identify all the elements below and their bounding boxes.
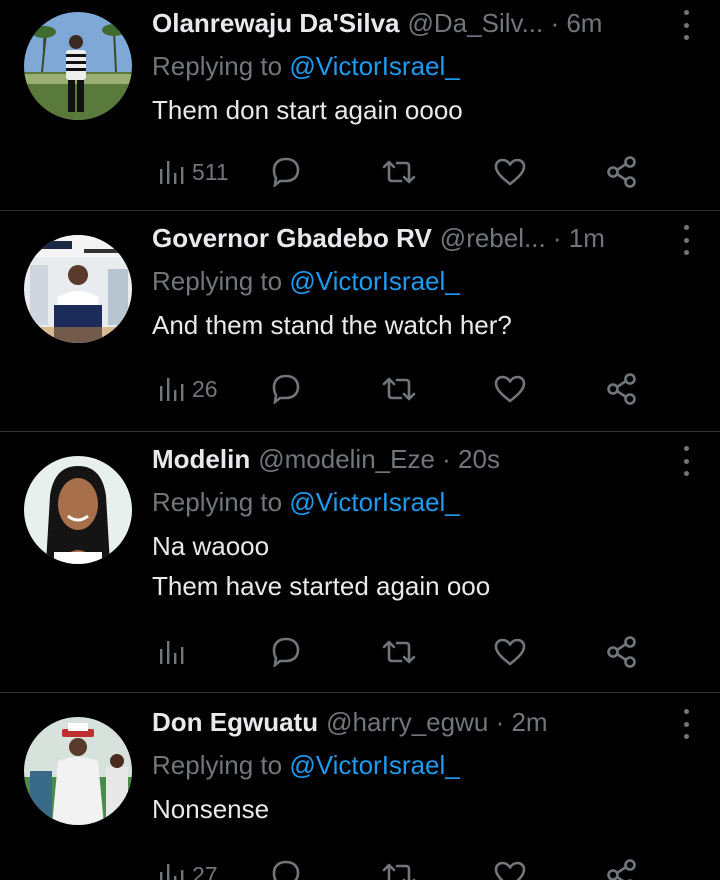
speech-bubble-icon xyxy=(272,637,300,667)
more-vertical-icon[interactable] xyxy=(676,446,696,476)
replying-to: Replying to @VictorIsrael_ xyxy=(152,745,696,785)
author-handle[interactable]: @Da_Silv... · 6m xyxy=(408,0,603,46)
views-count: 27 xyxy=(192,861,218,880)
reply-to-link[interactable]: @VictorIsrael_ xyxy=(289,266,459,296)
more-vertical-icon[interactable] xyxy=(676,10,696,40)
author-name[interactable]: Modelin xyxy=(152,436,250,482)
tweet-actions: 511 xyxy=(0,152,720,192)
tweet-actions: 26 xyxy=(0,369,720,409)
tweet-text: Na waooo Them have started again ooo xyxy=(152,531,491,601)
share-icon xyxy=(607,156,636,188)
share-icon xyxy=(607,636,636,668)
bar-chart-icon xyxy=(160,161,184,184)
more-vertical-icon[interactable] xyxy=(676,225,696,255)
heart-icon xyxy=(494,861,526,880)
heart-icon xyxy=(494,158,526,186)
share-button[interactable] xyxy=(606,636,638,668)
tweet[interactable]: Governor Gbadebo RV @rebel... · 1m Reply… xyxy=(0,211,720,432)
share-button[interactable] xyxy=(606,859,638,880)
author-handle[interactable]: @modelin_Eze · 20s xyxy=(258,436,500,482)
replying-to: Replying to @VictorIsrael_ xyxy=(152,46,696,86)
reply-prefix: Replying to xyxy=(152,51,290,81)
replying-to: Replying to @VictorIsrael_ xyxy=(152,482,696,522)
reply-prefix: Replying to xyxy=(152,266,290,296)
speech-bubble-icon xyxy=(272,374,300,404)
replying-to: Replying to @VictorIsrael_ xyxy=(152,261,696,301)
bar-chart-icon xyxy=(160,641,184,664)
bar-chart-icon xyxy=(160,864,184,880)
reply-to-link[interactable]: @VictorIsrael_ xyxy=(289,750,459,780)
like-button[interactable] xyxy=(494,638,526,666)
speech-bubble-icon xyxy=(272,157,300,187)
tweet-header: Don Egwuatu @harry_egwu · 2m xyxy=(152,699,696,745)
tweet-header: Olanrewaju Da'Silva @Da_Silv... · 6m xyxy=(152,0,696,46)
like-button[interactable] xyxy=(494,375,526,403)
tweet-header: Modelin @modelin_Eze · 20s xyxy=(152,436,696,482)
retweet-button[interactable] xyxy=(382,638,416,666)
share-icon xyxy=(607,859,636,880)
tweet[interactable]: Don Egwuatu @harry_egwu · 2m Replying to… xyxy=(0,693,720,880)
views-count: 511 xyxy=(192,158,229,185)
reply-button[interactable] xyxy=(270,637,302,667)
retweet-icon xyxy=(382,377,416,401)
like-button[interactable] xyxy=(494,158,526,186)
retweet-button[interactable] xyxy=(382,158,416,186)
author-name[interactable]: Don Egwuatu xyxy=(152,699,318,745)
reply-prefix: Replying to xyxy=(152,750,290,780)
speech-bubble-icon xyxy=(272,860,300,880)
retweet-icon xyxy=(382,640,416,664)
share-icon xyxy=(607,373,636,405)
share-button[interactable] xyxy=(606,373,638,405)
views-button[interactable]: 27 xyxy=(158,862,218,880)
heart-icon xyxy=(494,375,526,403)
tweet-text: Them don start again oooo xyxy=(152,95,463,125)
bar-chart-icon xyxy=(160,378,184,401)
views-button[interactable]: 26 xyxy=(158,376,218,403)
retweet-button[interactable] xyxy=(382,375,416,403)
views-button[interactable]: 511 xyxy=(158,159,229,186)
avatar[interactable] xyxy=(24,717,132,825)
author-handle[interactable]: @harry_egwu · 2m xyxy=(326,699,547,745)
reply-button[interactable] xyxy=(270,860,302,880)
author-name[interactable]: Olanrewaju Da'Silva xyxy=(152,0,400,46)
reply-to-link[interactable]: @VictorIsrael_ xyxy=(289,51,459,81)
reply-to-link[interactable]: @VictorIsrael_ xyxy=(289,487,459,517)
views-button[interactable] xyxy=(158,639,192,665)
tweet[interactable]: Modelin @modelin_Eze · 20s Replying to @… xyxy=(0,432,720,693)
tweet-content: Modelin @modelin_Eze · 20s Replying to @… xyxy=(152,436,696,606)
tweet-content: Governor Gbadebo RV @rebel... · 1m Reply… xyxy=(152,215,696,345)
reply-button[interactable] xyxy=(270,374,302,404)
tweet[interactable]: Olanrewaju Da'Silva @Da_Silv... · 6m Rep… xyxy=(0,0,720,211)
author-name[interactable]: Governor Gbadebo RV xyxy=(152,215,432,261)
tweet-content: Don Egwuatu @harry_egwu · 2m Replying to… xyxy=(152,699,696,829)
share-button[interactable] xyxy=(606,156,638,188)
tweet-actions: 27 xyxy=(0,855,720,880)
avatar[interactable] xyxy=(24,456,132,564)
avatar[interactable] xyxy=(24,235,132,343)
tweet-header: Governor Gbadebo RV @rebel... · 1m xyxy=(152,215,696,261)
heart-icon xyxy=(494,638,526,666)
reply-feed: Olanrewaju Da'Silva @Da_Silv... · 6m Rep… xyxy=(0,0,720,880)
retweet-icon xyxy=(382,863,416,880)
author-handle[interactable]: @rebel... · 1m xyxy=(440,215,605,261)
retweet-icon xyxy=(382,160,416,184)
retweet-button[interactable] xyxy=(382,861,416,880)
avatar[interactable] xyxy=(24,12,132,120)
tweet-content: Olanrewaju Da'Silva @Da_Silv... · 6m Rep… xyxy=(152,0,696,130)
tweet-actions xyxy=(0,632,720,672)
more-vertical-icon[interactable] xyxy=(676,709,696,739)
views-count: 26 xyxy=(192,375,218,402)
tweet-text: And them stand the watch her? xyxy=(152,310,512,340)
tweet-text: Nonsense xyxy=(152,794,270,824)
reply-prefix: Replying to xyxy=(152,487,290,517)
reply-button[interactable] xyxy=(270,157,302,187)
like-button[interactable] xyxy=(494,861,526,880)
